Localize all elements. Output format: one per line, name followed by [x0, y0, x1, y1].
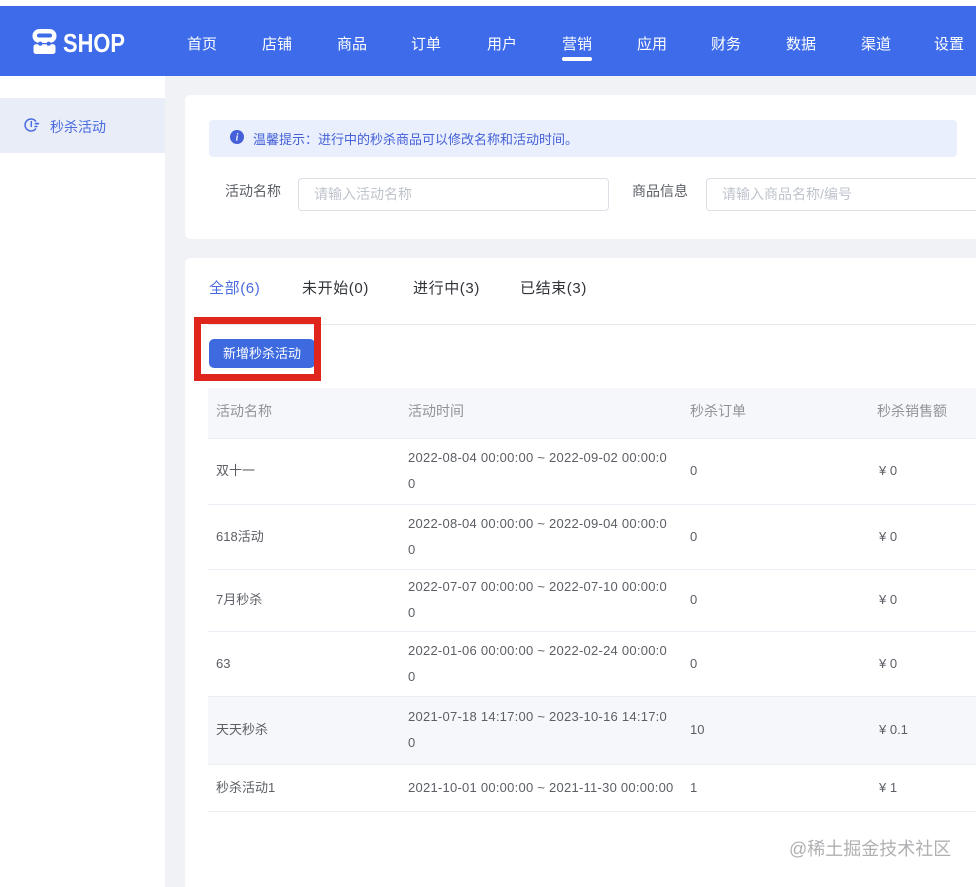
- svg-text:i: i: [236, 133, 239, 144]
